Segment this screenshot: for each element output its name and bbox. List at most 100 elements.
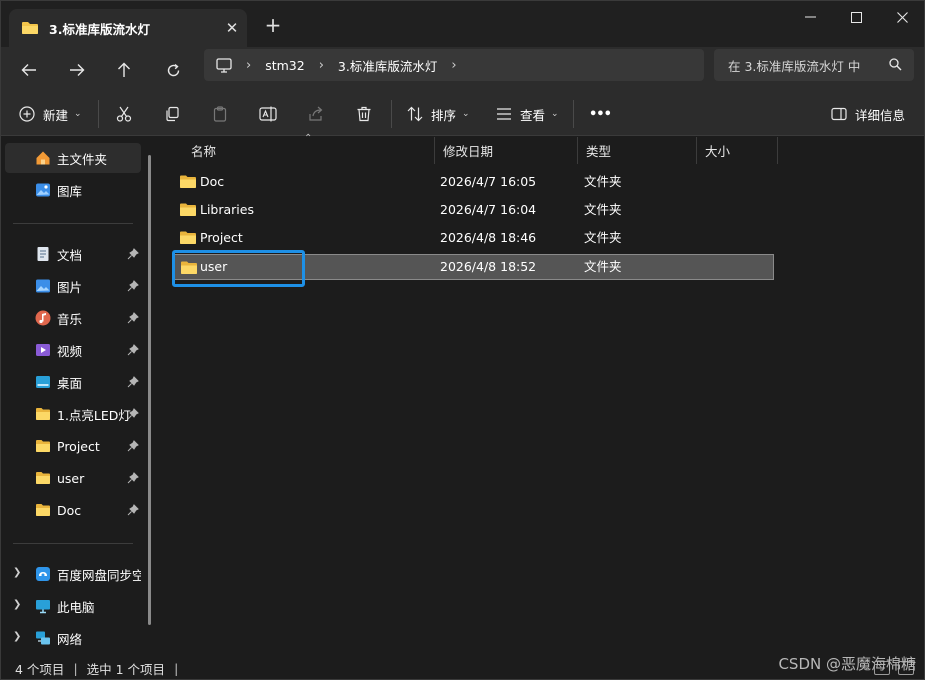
file-list: ⌃ 名称 修改日期 类型 大小 Doc 2026/4/7 16:05 文件夹 L… [161,133,924,655]
home-icon [36,151,50,165]
sidebar-item-desktop[interactable]: 桌面 [5,367,141,397]
pin-icon[interactable] [127,344,139,356]
file-date: 2026/4/8 18:46 [440,230,537,245]
minimize-icon [804,16,816,18]
column-header-name[interactable]: 名称 [183,137,435,164]
more-icon: ••• [589,106,612,122]
refresh-button[interactable] [156,53,190,87]
sidebar-item-videos[interactable]: 视频 [5,335,141,365]
sidebar-item-gallery[interactable]: 图库 [5,175,141,205]
search-input[interactable]: 在 3.标准库版流水灯 中 [714,49,914,81]
more-button[interactable]: ••• [589,99,612,129]
view-button[interactable]: 查看 ⌄ [496,99,559,129]
sort-button[interactable]: 排序 ⌄ [407,99,470,129]
pin-icon[interactable] [127,280,139,292]
table-row[interactable]: Doc 2026/4/7 16:05 文件夹 [174,169,774,195]
details-pane-icon [831,107,847,121]
pin-icon[interactable] [127,376,139,388]
gallery-icon [36,183,50,197]
column-header-date[interactable]: 修改日期 [435,137,578,164]
close-window-button[interactable] [879,1,924,33]
up-button[interactable] [107,53,141,87]
file-date: 2026/4/7 16:05 [440,174,537,189]
column-header-type[interactable]: 类型 [578,137,697,164]
refresh-icon [167,63,179,76]
sidebar-scrollbar[interactable] [148,155,151,625]
chevron-right-icon[interactable]: ❯ [13,599,21,610]
sidebar-item-home[interactable]: 主文件夹 [5,143,141,173]
chevron-right-icon[interactable]: ❯ [13,631,21,642]
pin-icon[interactable] [127,440,139,452]
sidebar-item-music[interactable]: 音乐 [5,303,141,333]
column-header-size[interactable]: 大小 [697,137,778,164]
chevron-right-icon[interactable]: ❯ [13,567,21,578]
new-tab-button[interactable]: + [259,13,287,39]
file-name: Doc [200,174,225,189]
network-icon [36,631,50,645]
table-row[interactable]: Project 2026/4/8 18:46 文件夹 [174,225,774,251]
sidebar-item-user[interactable]: user [5,463,141,493]
divider [391,100,392,128]
sidebar-item-label: 图库 [57,183,83,199]
new-label: 新建 [43,107,69,123]
breadcrumb-stm32[interactable]: stm32 [265,58,305,73]
file-explorer-window: 3.标准库版流水灯 ✕ + › stm32 › 3.标准库版流水灯 › 在 3.… [0,0,925,680]
minimize-button[interactable] [787,1,833,33]
file-type: 文件夹 [584,259,622,274]
folder-icon [36,472,50,484]
maximize-button[interactable] [833,1,879,33]
pin-icon[interactable] [127,472,139,484]
breadcrumb-chevron[interactable]: › [451,58,456,73]
table-row[interactable]: Libraries 2026/4/7 16:04 文件夹 [174,197,774,223]
computer-icon[interactable] [216,57,232,73]
selection-count: 选中 1 个项目 [86,661,166,677]
watermark: CSDN @恶魔海棉糖 [778,655,916,673]
sidebar-item-network[interactable]: ❯ 网络 [5,623,141,653]
chevron-down-icon: ⌄ [74,109,82,119]
sidebar-item-project[interactable]: Project [5,431,141,461]
command-bar: 新建 ⌄ 排序 ⌄ 查看 ⌄ ••• 详细信息 [1,93,924,136]
sidebar-item-this-pc[interactable]: ❯ 此电脑 [5,591,141,621]
sidebar-item-baidu-netdisk[interactable]: ❯ 百度网盘同步空 [5,559,141,589]
breadcrumb-chevron[interactable]: › [319,58,324,73]
folder-icon [180,203,196,216]
paste-button[interactable] [212,99,228,129]
pin-icon[interactable] [127,408,139,420]
sidebar-item-label: 百度网盘同步空 [57,567,141,583]
baidu-netdisk-icon [36,567,50,581]
breadcrumb[interactable]: › stm32 › 3.标准库版流水灯 › [204,49,704,81]
close-icon [896,11,908,23]
search-icon[interactable] [889,58,902,71]
sort-label: 排序 [431,107,457,123]
back-button[interactable] [12,53,46,87]
details-pane-button[interactable]: 详细信息 [831,99,905,129]
rename-button[interactable] [259,99,277,129]
sidebar-item-led[interactable]: 1.点亮LED灯 [5,399,141,429]
file-type: 文件夹 [584,174,622,189]
sidebar-item-documents[interactable]: 文档 [5,239,141,269]
delete-button[interactable] [356,99,372,129]
forward-button[interactable] [60,53,94,87]
pin-icon[interactable] [127,504,139,516]
sidebar-item-label: 主文件夹 [57,151,108,167]
breadcrumb-current[interactable]: 3.标准库版流水灯 [338,56,437,75]
folder-icon [180,175,196,188]
tab-current-folder[interactable]: 3.标准库版流水灯 ✕ [9,9,247,47]
this-pc-icon [36,600,50,614]
maximize-icon [850,11,862,23]
pin-icon[interactable] [127,248,139,260]
sort-icon [407,106,423,122]
breadcrumb-chevron[interactable]: › [246,58,251,73]
copy-button[interactable] [164,99,180,129]
details-label: 详细信息 [855,107,906,123]
sidebar-item-pictures[interactable]: 图片 [5,271,141,301]
divider [573,100,574,128]
pictures-icon [36,279,50,293]
trash-icon [357,106,371,122]
close-tab-button[interactable]: ✕ [217,19,247,37]
share-button[interactable] [308,99,324,129]
cut-button[interactable] [116,99,132,129]
pin-icon[interactable] [127,312,139,324]
sidebar-item-doc[interactable]: Doc [5,495,141,525]
new-button[interactable]: 新建 ⌄ [19,99,82,129]
